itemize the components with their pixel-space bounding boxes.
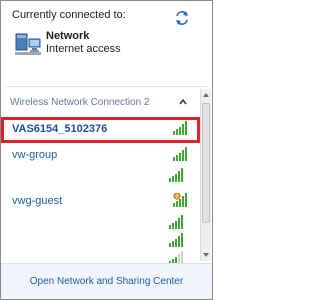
network-item-vwg-guest[interactable]: vwg-guest (7, 193, 194, 209)
header-title: Currently connected to: (12, 9, 126, 21)
scroll-down-arrow-icon[interactable] (203, 253, 209, 257)
footer: Open Network and Sharing Center (1, 263, 212, 299)
collapse-chevron-icon[interactable] (179, 99, 187, 105)
open-network-sharing-center-link[interactable]: Open Network and Sharing Center (1, 276, 212, 287)
refresh-icon[interactable] (174, 10, 190, 26)
signal-strength-icon (173, 147, 187, 161)
scrollbar-thumb[interactable] (202, 103, 210, 223)
signal-strength-warning-icon (173, 193, 187, 207)
vertical-scrollbar[interactable] (200, 89, 211, 261)
network-item-vw-group[interactable]: vw-group (7, 147, 194, 163)
connected-network-status: Internet access (46, 43, 121, 55)
network-flyout: Currently connected to: Network Internet… (0, 0, 213, 300)
signal-strength-icon[interactable] (169, 233, 184, 247)
network-list: VAS6154_5102376 vw-group vwg-guest (1, 111, 201, 265)
divider (6, 86, 207, 87)
signal-strength-icon[interactable] (169, 215, 184, 229)
signal-strength-icon[interactable] (169, 168, 184, 182)
network-computer-icon (15, 33, 41, 55)
signal-strength-icon (173, 121, 187, 135)
section-title: Wireless Network Connection 2 (10, 97, 150, 108)
network-item-vas6154[interactable]: VAS6154_5102376 (1, 117, 200, 143)
connected-network-name: Network (46, 30, 90, 42)
network-name: vwg-guest (12, 195, 63, 207)
network-name: vw-group (12, 149, 58, 161)
scroll-up-arrow-icon[interactable] (203, 93, 209, 97)
network-name: VAS6154_5102376 (12, 123, 108, 135)
